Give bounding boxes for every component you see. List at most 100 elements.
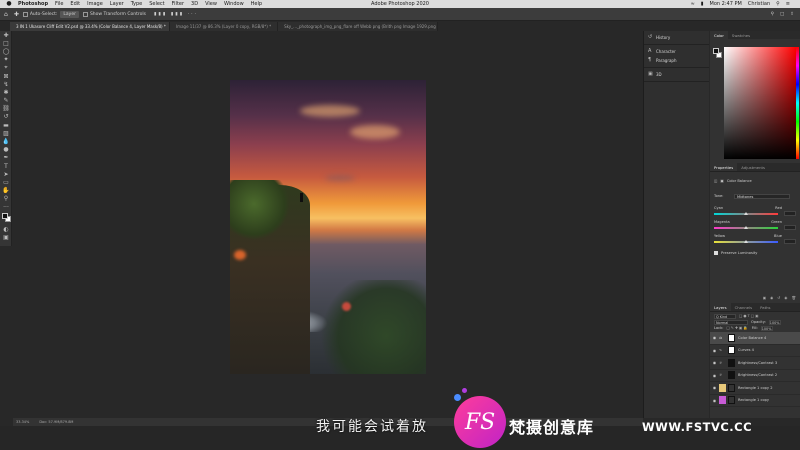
layer-kind-filter[interactable]: Q Kind bbox=[714, 313, 736, 319]
slider-cyan-red[interactable] bbox=[714, 212, 778, 215]
user-name[interactable]: Christian bbox=[748, 1, 770, 7]
layer-mask-thumb[interactable] bbox=[728, 396, 735, 405]
layer-row[interactable]: ◉ ☼ Brightness/Contrast 2 bbox=[710, 370, 800, 382]
dock-3d[interactable]: ▣ 3D bbox=[644, 70, 709, 79]
layer-mask-thumb[interactable] bbox=[728, 358, 735, 367]
mask-icon[interactable]: ▣ bbox=[720, 179, 723, 183]
workspace-icon[interactable]: □ bbox=[780, 12, 784, 17]
eye-icon[interactable]: ◉ bbox=[710, 373, 719, 378]
menu-3d[interactable]: 3D bbox=[191, 1, 198, 7]
slider-knob[interactable] bbox=[744, 226, 748, 229]
menu-photoshop[interactable]: Photoshop bbox=[18, 1, 48, 7]
layer-thumb[interactable] bbox=[719, 383, 726, 392]
tab-color[interactable]: Color bbox=[710, 31, 728, 39]
healing-tool-icon[interactable]: ✱ bbox=[0, 88, 12, 96]
menu-edit[interactable]: Edit bbox=[70, 1, 80, 7]
marquee-tool-icon[interactable]: □ bbox=[0, 39, 12, 47]
eye-icon[interactable]: ◉ bbox=[710, 335, 719, 340]
eye-icon[interactable]: ◉ bbox=[710, 348, 719, 353]
slider-magenta-green[interactable] bbox=[714, 226, 778, 229]
tab-properties[interactable]: Properties bbox=[710, 163, 738, 171]
slider-yellow-blue[interactable] bbox=[714, 240, 778, 243]
home-icon[interactable]: ⌂ bbox=[4, 11, 8, 18]
tab-adjustments[interactable]: Adjustments bbox=[737, 163, 769, 171]
type-tool-icon[interactable]: T bbox=[0, 162, 12, 170]
eraser-tool-icon[interactable]: ▬ bbox=[0, 121, 12, 129]
document-image[interactable] bbox=[230, 80, 426, 374]
menu-file[interactable]: File bbox=[55, 1, 63, 7]
tab-swatches[interactable]: Swatches bbox=[728, 31, 754, 39]
menu-image[interactable]: Image bbox=[87, 1, 103, 7]
layer-mask-thumb[interactable] bbox=[728, 371, 735, 380]
share-icon[interactable]: ⇧ bbox=[790, 12, 794, 17]
apple-icon[interactable]: ● bbox=[6, 0, 12, 8]
hand-tool-icon[interactable]: ✋ bbox=[0, 187, 12, 195]
layer-row[interactable]: ◉ Rectangle 1 copy bbox=[710, 395, 800, 407]
foreground-color-chip[interactable] bbox=[713, 48, 719, 54]
tab-paths[interactable]: Paths bbox=[756, 303, 774, 311]
menu-layer[interactable]: Layer bbox=[110, 1, 124, 7]
zoom-level[interactable]: 33.34% bbox=[16, 420, 29, 424]
blur-tool-icon[interactable]: 💧 bbox=[0, 137, 12, 145]
clip-icon[interactable]: ▣ bbox=[763, 296, 766, 300]
screen-mode-icon[interactable]: ▣ bbox=[0, 233, 12, 241]
eyedropper-tool-icon[interactable]: ↯ bbox=[0, 80, 12, 88]
menu-filter[interactable]: Filter bbox=[172, 1, 184, 7]
canvas-area[interactable] bbox=[13, 31, 643, 418]
filter-icons[interactable]: □●T□▣ bbox=[739, 314, 760, 318]
tab-sky[interactable]: Sky_..._photograph_img_png_flare off Web… bbox=[278, 22, 439, 31]
dock-history[interactable]: ↺ History bbox=[644, 33, 709, 42]
foreground-color-swatch[interactable] bbox=[2, 213, 8, 220]
layer-row[interactable]: ◉ ⚖ Color Balance 4 bbox=[710, 332, 800, 345]
brush-tool-icon[interactable]: ✎ bbox=[0, 97, 12, 105]
menu-list-icon[interactable]: ≡ bbox=[786, 1, 790, 7]
tab-layers[interactable]: Layers bbox=[710, 303, 731, 311]
layer-thumb[interactable] bbox=[719, 396, 726, 405]
lock-icons[interactable]: □✎✚▣🔒 bbox=[726, 326, 748, 330]
tab-image[interactable]: Image 11/37 @ 86.3% (Layer 0 copy, RGB/8… bbox=[170, 22, 279, 31]
auto-select-checkbox[interactable] bbox=[22, 11, 28, 17]
eye-icon[interactable]: ◉ bbox=[710, 398, 719, 403]
layer-row[interactable]: ◉ Rectangle 1 copy 2 bbox=[710, 382, 800, 395]
search-icon[interactable]: ⚲ bbox=[771, 12, 774, 17]
dock-paragraph[interactable]: ¶ Paragraph bbox=[644, 56, 709, 65]
move-tool-icon[interactable]: ✚ bbox=[14, 11, 19, 18]
wifi-icon[interactable]: ≈ bbox=[691, 1, 695, 7]
layer-mask-thumb[interactable] bbox=[728, 333, 735, 342]
reset-icon[interactable]: ↺ bbox=[777, 296, 780, 300]
zoom-tool-icon[interactable]: ⚲ bbox=[0, 195, 12, 203]
path-select-tool-icon[interactable]: ➤ bbox=[0, 170, 12, 178]
preserve-checkbox[interactable] bbox=[714, 251, 718, 255]
tab-channels[interactable]: Channels bbox=[731, 303, 757, 311]
dodge-tool-icon[interactable]: ● bbox=[0, 146, 12, 154]
gradient-tool-icon[interactable]: ▨ bbox=[0, 129, 12, 137]
history-brush-tool-icon[interactable]: ↺ bbox=[0, 113, 12, 121]
blend-mode-dropdown[interactable]: Normal bbox=[714, 319, 748, 325]
opacity-input[interactable]: 100% bbox=[768, 319, 781, 325]
search-icon[interactable]: ⚲ bbox=[776, 1, 780, 7]
frame-tool-icon[interactable]: ⊠ bbox=[0, 72, 12, 80]
clone-stamp-tool-icon[interactable]: ⛓ bbox=[0, 105, 12, 113]
slider-knob[interactable] bbox=[744, 240, 748, 243]
layer-mask-thumb[interactable] bbox=[728, 383, 735, 392]
quick-mask-icon[interactable]: ◐ bbox=[0, 225, 12, 233]
visibility-icon[interactable]: ◉ bbox=[784, 296, 787, 300]
layer-mask-thumb[interactable] bbox=[728, 346, 735, 355]
crop-tool-icon[interactable]: ⌖ bbox=[0, 64, 12, 72]
battery-icon[interactable]: ▮ bbox=[701, 1, 704, 7]
view-previous-icon[interactable]: ◉ bbox=[770, 296, 773, 300]
eye-icon[interactable]: ◉ bbox=[710, 385, 719, 390]
tab-cliff-edit[interactable]: 3 IN 1 Ukasore Cliff Edit V2.psd @ 33.4%… bbox=[10, 22, 170, 31]
fill-input[interactable]: 100% bbox=[760, 325, 773, 331]
move-tool-icon[interactable]: ✚ bbox=[0, 31, 12, 39]
menu-select[interactable]: Select bbox=[149, 1, 164, 7]
clock[interactable]: Mon 2:47 PM bbox=[710, 1, 742, 7]
trash-icon[interactable]: 🗑 bbox=[791, 296, 796, 300]
align-icons[interactable]: ▮▮▮ ▮▮▮ ··· bbox=[154, 12, 198, 17]
dock-character[interactable]: A Character bbox=[644, 47, 709, 56]
hue-slider[interactable] bbox=[796, 47, 799, 159]
shape-tool-icon[interactable]: ▭ bbox=[0, 178, 12, 186]
layer-row[interactable]: ◉ ∿ Curves 4 bbox=[710, 345, 800, 357]
menu-help[interactable]: Help bbox=[251, 1, 262, 7]
auto-select-target-dropdown[interactable]: Layer bbox=[60, 10, 79, 18]
